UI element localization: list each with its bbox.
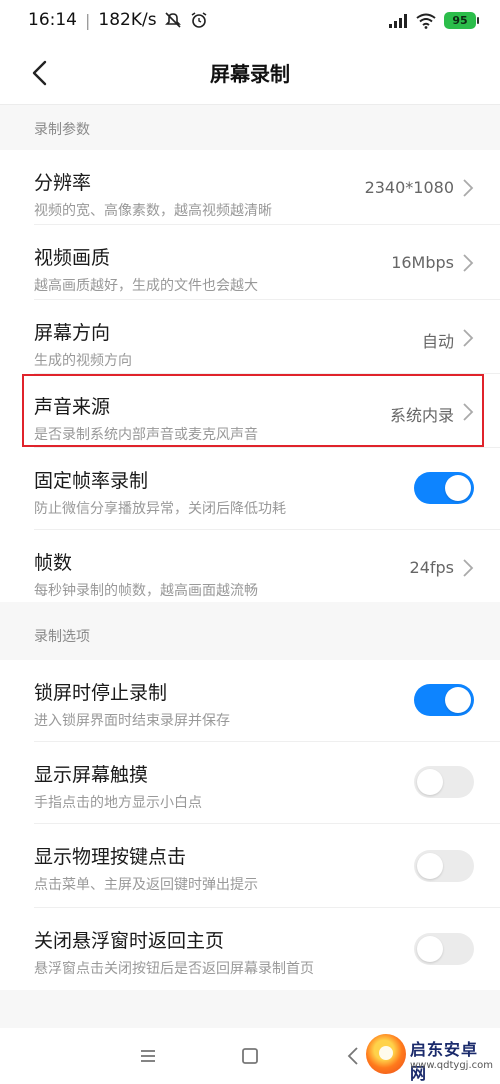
network-speed: 182K/s	[98, 10, 157, 30]
wifi-icon	[416, 13, 436, 29]
toggle-knob	[417, 936, 443, 962]
row-stop-on-lock[interactable]: 锁屏时停止录制 进入锁屏界面时结束录屏并保存	[0, 660, 500, 742]
row-title: 关闭悬浮窗时返回主页	[34, 930, 225, 952]
toggle-knob	[417, 853, 443, 879]
watermark-url: www.qdtygj.com	[410, 1060, 493, 1071]
row-subtitle: 视频的宽、高像素数，越高视频越清晰	[34, 203, 272, 219]
alarm-off-icon	[164, 12, 181, 28]
section-label: 录制参数	[34, 122, 90, 138]
alarm-clock-icon	[191, 12, 207, 28]
row-title: 分辨率	[34, 172, 92, 194]
row-title: 帧数	[34, 552, 73, 574]
status-bar: 16:14 | 182K/s 95	[0, 0, 500, 44]
row-value: 24fps	[409, 558, 454, 577]
section-label: 录制选项	[34, 629, 90, 645]
row-title: 显示屏幕触摸	[34, 764, 149, 786]
row-subtitle: 进入锁屏界面时结束录屏并保存	[34, 713, 230, 729]
row-resolution[interactable]: 分辨率 视频的宽、高像素数，越高视频越清晰 2340*1080	[0, 150, 500, 225]
stop-on-lock-toggle[interactable]	[414, 684, 474, 716]
row-subtitle: 防止微信分享播放异常，关闭后降低功耗	[34, 501, 286, 517]
row-return-home[interactable]: 关闭悬浮窗时返回主页 悬浮窗点击关闭按钮后是否返回屏幕录制首页	[0, 908, 500, 990]
row-subtitle: 每秒钟录制的帧数，越高画面越流畅	[34, 583, 258, 599]
row-fixed-frame-rate[interactable]: 固定帧率录制 防止微信分享播放异常，关闭后降低功耗	[0, 448, 500, 530]
status-left: 16:14 | 182K/s	[28, 10, 209, 30]
row-screen-orientation[interactable]: 屏幕方向 生成的视频方向 自动	[0, 300, 500, 374]
status-separator: |	[85, 10, 91, 30]
row-subtitle: 手指点击的地方显示小白点	[34, 795, 202, 811]
row-subtitle: 点击菜单、主屏及返回键时弹出提示	[34, 877, 258, 893]
status-time: 16:14	[28, 10, 77, 30]
row-value: 2340*1080	[364, 178, 454, 197]
chevron-right-icon	[463, 179, 474, 197]
section-header-record-options: 录制选项	[0, 602, 500, 660]
row-value: 自动	[421, 332, 454, 351]
show-key-presses-toggle[interactable]	[414, 850, 474, 882]
row-subtitle: 悬浮窗点击关闭按钮后是否返回屏幕录制首页	[34, 961, 314, 977]
row-show-key-presses[interactable]: 显示物理按键点击 点击菜单、主屏及返回键时弹出提示	[0, 824, 500, 908]
chevron-right-icon	[463, 329, 474, 347]
navigation-bar: 启东安卓网 www.qdtygj.com	[0, 1028, 500, 1084]
status-right: 95	[380, 12, 479, 29]
title-bar: 屏幕录制	[0, 44, 500, 104]
signal-icon	[389, 13, 407, 28]
row-show-touches[interactable]: 显示屏幕触摸 手指点击的地方显示小白点	[0, 742, 500, 824]
toggle-knob	[445, 687, 471, 713]
menu-icon[interactable]	[136, 1044, 160, 1068]
row-frame-rate[interactable]: 帧数 每秒钟录制的帧数，越高画面越流畅 24fps	[0, 530, 500, 602]
row-video-quality[interactable]: 视频画质 越高画质越好，生成的文件也会越大 16Mbps	[0, 225, 500, 300]
row-subtitle: 生成的视频方向	[34, 353, 132, 369]
section-header-record-params: 录制参数	[0, 105, 500, 150]
chevron-right-icon	[463, 559, 474, 577]
row-subtitle: 越高画质越好，生成的文件也会越大	[34, 278, 258, 294]
page-title: 屏幕录制	[210, 62, 290, 86]
home-icon[interactable]	[238, 1044, 262, 1068]
watermark-logo-icon	[366, 1034, 406, 1074]
row-value: 16Mbps	[391, 253, 454, 272]
row-title: 视频画质	[34, 247, 111, 269]
highlight-box	[22, 374, 484, 447]
back-icon[interactable]	[342, 1044, 366, 1068]
toggle-knob	[417, 769, 443, 795]
fixed-frame-rate-toggle[interactable]	[414, 472, 474, 504]
battery-icon: 95	[444, 12, 479, 29]
toggle-knob	[445, 475, 471, 501]
battery-level: 95	[452, 14, 468, 27]
chevron-right-icon	[463, 254, 474, 272]
row-title: 屏幕方向	[34, 322, 111, 344]
row-title: 锁屏时停止录制	[34, 682, 168, 704]
return-home-toggle[interactable]	[414, 933, 474, 965]
show-touches-toggle[interactable]	[414, 766, 474, 798]
bottom-spacer	[0, 990, 500, 1028]
row-title: 显示物理按键点击	[34, 846, 187, 868]
row-title: 固定帧率录制	[34, 470, 149, 492]
watermark: 启东安卓网 www.qdtygj.com	[366, 1030, 494, 1083]
